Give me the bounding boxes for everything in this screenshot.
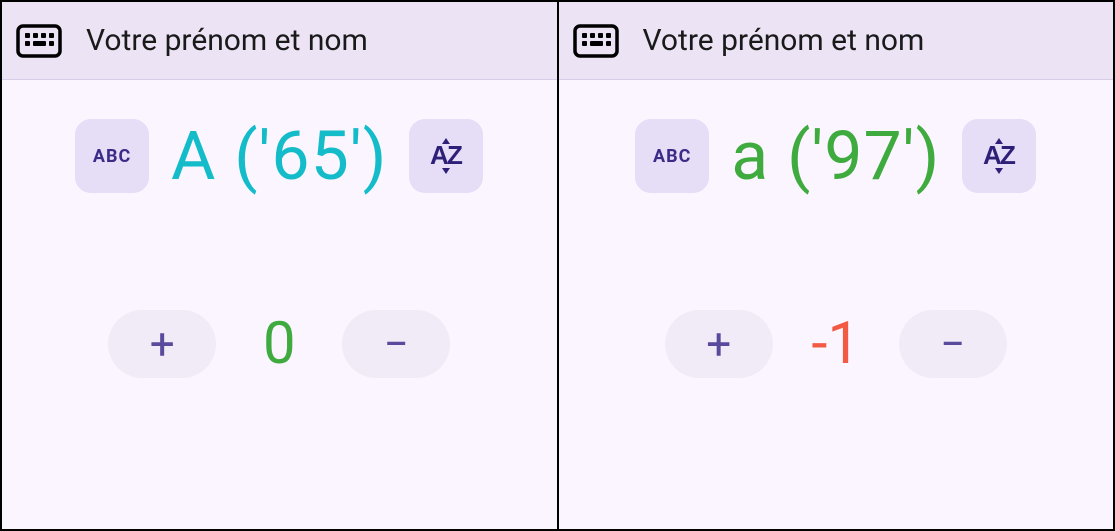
counter-row: + -1 −: [665, 310, 1007, 378]
plus-button[interactable]: +: [108, 310, 216, 378]
panel-body: ABC A ('65') A Z + 0 −: [2, 80, 557, 529]
titlebar: Votre prénom et nom: [559, 2, 1114, 80]
abc-mode-button[interactable]: ABC: [635, 119, 709, 193]
minus-button[interactable]: −: [899, 310, 1007, 378]
minus-button[interactable]: −: [342, 310, 450, 378]
page-title: Votre prénom et nom: [643, 23, 925, 58]
panel-left: Votre prénom et nom ABC A ('65') A Z + 0: [0, 0, 559, 531]
keyboard-icon: [573, 24, 619, 58]
titlebar: Votre prénom et nom: [2, 2, 557, 80]
counter-value: 0: [244, 310, 314, 378]
char-display: A ('65'): [171, 116, 387, 196]
char-row: ABC A ('65') A Z: [75, 116, 483, 196]
plus-button[interactable]: +: [665, 310, 773, 378]
keyboard-icon: [16, 24, 62, 58]
counter-value: -1: [801, 310, 871, 378]
svg-text:Z: Z: [447, 140, 463, 170]
az-sort-button[interactable]: A Z: [409, 119, 483, 193]
panel-body: ABC a ('97') A Z + -1 −: [559, 80, 1114, 529]
svg-text:Z: Z: [1000, 140, 1016, 170]
char-row: ABC a ('97') A Z: [635, 116, 1036, 196]
panel-right: Votre prénom et nom ABC a ('97') A Z + -…: [557, 0, 1115, 531]
char-display: a ('97'): [731, 116, 940, 196]
az-sort-button[interactable]: A Z: [962, 119, 1036, 193]
page-title: Votre prénom et nom: [86, 23, 368, 58]
abc-mode-button[interactable]: ABC: [75, 119, 149, 193]
counter-row: + 0 −: [108, 310, 450, 378]
